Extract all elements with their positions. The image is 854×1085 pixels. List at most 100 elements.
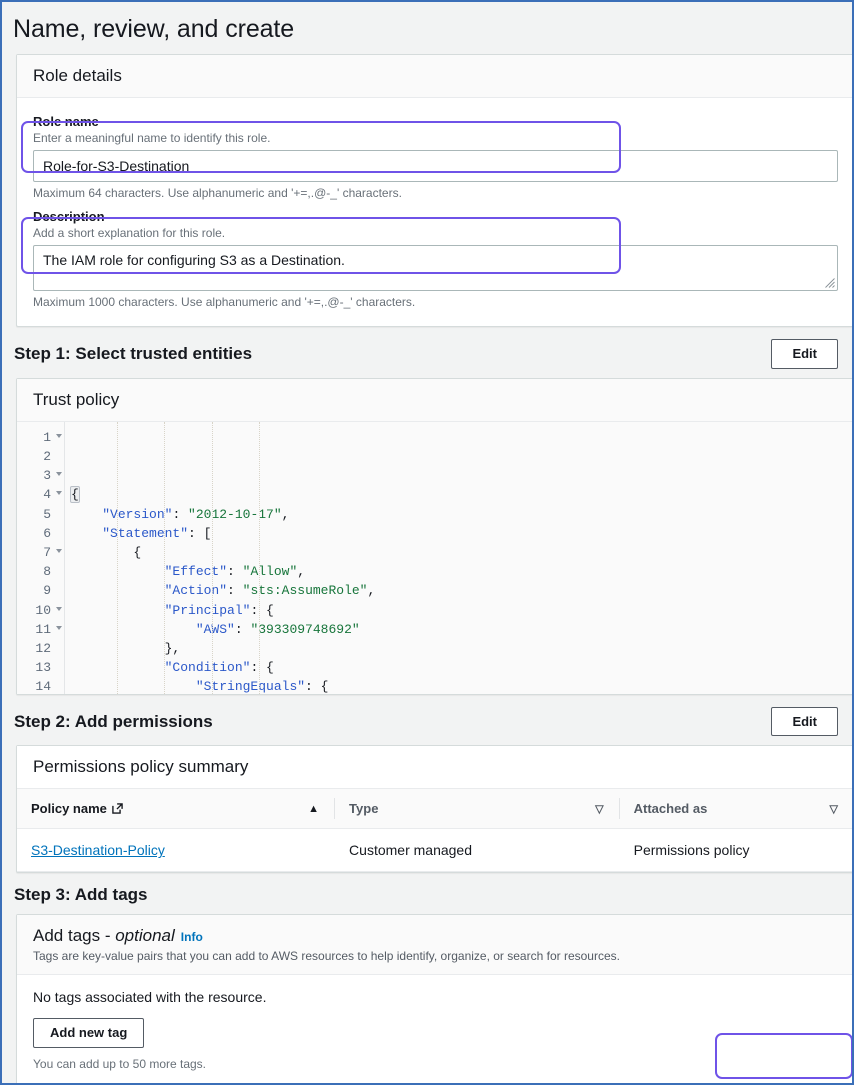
code-token: "Effect" <box>164 564 228 580</box>
code-token: }, <box>71 640 181 656</box>
code-token: "Principal" <box>164 602 251 618</box>
code-line: "StringEquals": { <box>71 677 852 694</box>
role-details-header: Role details <box>17 54 852 98</box>
permissions-summary-card: Permissions policy summary Policy name ▲ T… <box>16 745 852 874</box>
code-token: : { <box>250 602 274 618</box>
code-line: "Condition": { <box>71 658 852 677</box>
description-hint: Add a short explanation for this role. <box>33 225 226 240</box>
description-textarea[interactable]: The IAM role for configuring S3 as a Des… <box>33 245 838 292</box>
code-line-number: 11 <box>17 620 64 639</box>
code-line: "AWS": "393309748692" <box>71 620 852 639</box>
step2-edit-button[interactable]: Edit <box>771 706 838 737</box>
code-token: "Condition" <box>164 660 251 676</box>
page-title: Name, review, and create <box>13 15 295 43</box>
code-token: "StringEquals" <box>195 679 306 694</box>
code-token: : { <box>250 660 274 676</box>
code-line-number: 2 <box>43 449 51 465</box>
role-details-card: Role details Role name Enter a meaningfu… <box>16 53 852 328</box>
code-fold-toggle-icon[interactable] <box>56 606 62 611</box>
code-token: { <box>71 545 142 561</box>
column-header-policy-name[interactable]: Policy name ▲ <box>17 788 336 830</box>
cell-attached-as: Permissions policy <box>619 828 852 873</box>
code-content[interactable]: { "Version": "2012-10-17", "Statement": … <box>65 421 852 694</box>
external-link-icon <box>112 803 123 815</box>
add-tags-header: Add tags - optional Info Tags are key-val… <box>17 915 852 976</box>
code-line-number: 12 <box>35 640 51 656</box>
code-line-number: 14 <box>35 679 51 694</box>
permissions-summary-header: Permissions policy summary <box>17 746 852 789</box>
code-line: }, <box>71 639 852 658</box>
code-line-number: 9 <box>43 583 51 599</box>
description-constraint: Maximum 1000 characters. Use alphanumeri… <box>33 295 416 310</box>
code-line: "Principal": { <box>71 601 852 620</box>
code-token: : { <box>305 679 329 694</box>
step3-heading-row: Step 3: Add tags <box>2 873 852 914</box>
step1-heading-row: Step 1: Select trusted entities Edit <box>2 327 852 378</box>
add-new-tag-button[interactable]: Add new tag <box>33 1018 145 1049</box>
iam-create-role-review-page: Name, review, and create Role details Ro… <box>0 0 854 1085</box>
code-fold-toggle-icon[interactable] <box>56 433 62 438</box>
step2-heading-row: Step 2: Add permissions Edit <box>2 695 852 746</box>
code-fold-toggle-icon[interactable] <box>56 472 62 477</box>
code-token: "Version" <box>102 506 173 522</box>
code-line-number: 13 <box>35 660 51 676</box>
step3-title: Step 3: Add tags <box>14 885 148 905</box>
code-line-number: 3 <box>17 466 64 485</box>
trust-policy-header: Trust policy <box>17 378 852 422</box>
column-header-type[interactable]: Type ▽ <box>335 788 620 830</box>
code-line-number: 8 <box>43 564 51 580</box>
code-line-number: 1 <box>17 428 64 447</box>
code-token: "AWS" <box>195 621 235 637</box>
code-token: "sts:AssumeRole" <box>242 583 368 599</box>
sort-toggle-icon[interactable]: ▽ <box>830 802 838 815</box>
code-line-number: 4 <box>17 485 64 504</box>
code-line-number: 5 <box>43 506 51 522</box>
trust-policy-card: Trust policy 1 2 3 4 5 6 7 8 9 10 11 12 13 14 { "Vers… <box>16 377 852 695</box>
table-body: S3-Destination-Policy Customer managed Per… <box>17 828 852 873</box>
code-line: "Version": "2012-10-17", <box>71 505 852 524</box>
trust-policy-code-editor[interactable]: 1 2 3 4 5 6 7 8 9 10 11 12 13 14 { "Version": "2012-1… <box>17 421 852 694</box>
step1-title: Step 1: Select trusted entities <box>14 344 253 364</box>
code-line-number: 10 <box>17 601 64 620</box>
code-token: : <box>234 621 251 637</box>
permissions-policy-table: Policy name ▲ Type ▽ Attached as ▽ S3-Destina… <box>17 788 852 873</box>
code-line-number: 7 <box>17 543 64 562</box>
step1-edit-button[interactable]: Edit <box>771 339 838 369</box>
code-line: { <box>70 485 852 504</box>
code-fold-toggle-icon[interactable] <box>56 625 62 630</box>
step2-title: Step 2: Add permissions <box>14 711 213 731</box>
description-textarea-wrap: The IAM role for configuring S3 as a Des… <box>33 245 838 292</box>
policy-name-link[interactable]: S3-Destination-Policy <box>31 842 165 858</box>
code-token: : [ <box>188 525 212 541</box>
sort-toggle-icon[interactable]: ▽ <box>595 802 603 815</box>
info-link[interactable]: Info <box>181 930 203 944</box>
add-tags-title-main: Add tags - <box>33 926 116 946</box>
table-row: S3-Destination-Policy Customer managed Per… <box>17 828 852 873</box>
code-token: , <box>367 583 376 599</box>
column-header-attached-as[interactable]: Attached as ▽ <box>619 788 852 830</box>
code-line: "Action": "sts:AssumeRole", <box>71 581 852 600</box>
code-token: , <box>297 564 306 580</box>
code-line-numbers: 1 2 3 4 5 6 7 8 9 10 11 12 13 14 <box>17 421 65 694</box>
code-fold-toggle-icon[interactable] <box>56 491 62 496</box>
role-name-input[interactable] <box>33 149 838 182</box>
code-token: : <box>227 564 243 580</box>
table-header-row: Policy name ▲ Type ▽ Attached as ▽ <box>17 788 852 830</box>
code-token: "393309748692" <box>250 621 360 637</box>
description-label: Description <box>33 208 105 224</box>
role-name-constraint: Maximum 64 characters. Use alphanumeric … <box>33 185 402 200</box>
sort-ascending-icon[interactable]: ▲ <box>308 803 319 815</box>
no-tags-message: No tags associated with the resource. <box>33 989 267 1006</box>
code-fold-toggle-icon[interactable] <box>56 548 62 553</box>
code-token: { <box>70 486 80 504</box>
column-header-label: Attached as <box>633 801 708 817</box>
code-line: "Statement": [ <box>71 524 852 543</box>
role-details-body: Role name Enter a meaningful name to ide… <box>17 98 852 327</box>
add-tags-title-optional: optional <box>115 926 175 946</box>
